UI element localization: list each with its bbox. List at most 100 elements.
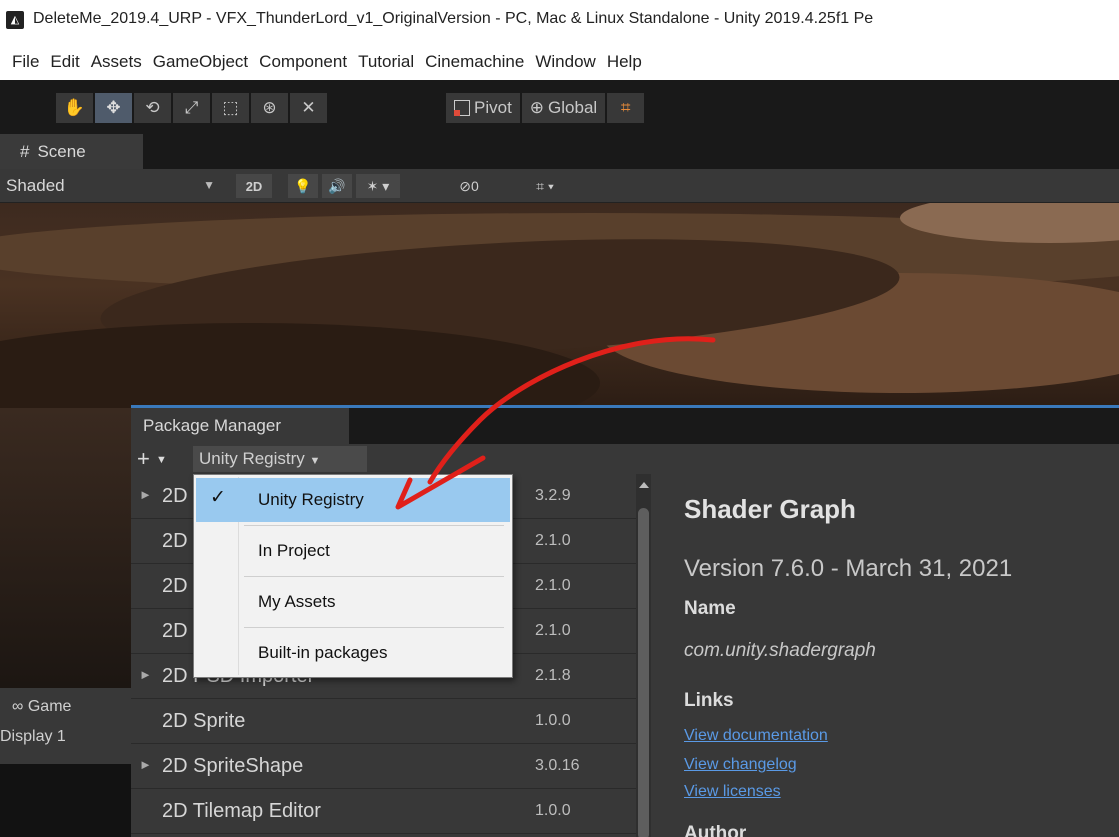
- package-name: 2D: [162, 620, 188, 642]
- package-version: 2.1.0: [535, 577, 571, 594]
- rect-tool-icon[interactable]: ⬚: [212, 93, 249, 123]
- tab-game[interactable]: ∞ Game Display 1: [0, 688, 131, 764]
- view-documentation-link[interactable]: View documentation: [684, 727, 828, 745]
- scale-tool-icon[interactable]: ⤢: [173, 93, 210, 123]
- package-version-info: Version 7.6.0 - March 31, 2021: [684, 555, 1013, 582]
- package-version: 1.0.0: [535, 802, 571, 819]
- tab-package-manager[interactable]: Package Manager: [131, 408, 349, 444]
- terrain-shape: [0, 408, 131, 688]
- menu-help[interactable]: Help: [607, 52, 642, 72]
- move-tool-icon[interactable]: ✥: [95, 93, 132, 123]
- chevron-down-icon: ▼: [203, 178, 215, 192]
- scene-tab-label: Scene: [37, 141, 86, 161]
- list-item[interactable]: 2D Tilemap Editor 1.0.0: [131, 789, 636, 834]
- game-viewport: [0, 764, 131, 837]
- menu-cinemachine[interactable]: Cinemachine: [425, 52, 524, 72]
- menu-item-unity-registry[interactable]: ✓ Unity Registry: [196, 478, 510, 522]
- package-manager-toolbar: + ▼ Unity Registry ▼: [131, 444, 1119, 474]
- package-details: Shader Graph Version 7.6.0 - March 31, 2…: [668, 474, 1119, 837]
- menu-item-my-assets[interactable]: My Assets: [196, 580, 510, 624]
- grid-snap-icon[interactable]: ⌗: [607, 93, 645, 123]
- name-label: Name: [684, 598, 736, 619]
- chevron-down-icon: ▼: [309, 455, 321, 467]
- shading-mode-label: Shaded: [6, 176, 65, 195]
- menu-file[interactable]: File: [12, 52, 39, 72]
- package-version: 2.1.0: [535, 622, 571, 639]
- lighting-icon[interactable]: 💡: [288, 174, 318, 198]
- menu-component[interactable]: Component: [259, 52, 347, 72]
- package-source-label: Unity Registry: [199, 449, 305, 468]
- global-button[interactable]: ⊕ Global: [521, 93, 606, 123]
- menu-tutorial[interactable]: Tutorial: [358, 52, 414, 72]
- menu-separator: [244, 525, 504, 526]
- package-name: 2D: [162, 485, 188, 507]
- grid-icon: ⌗ ▾: [536, 177, 554, 194]
- main-toolbar: ✋ ✥ ⟲ ⤢ ⬚ ⊛ ✕ Pivot ⊕ Global ⌗: [0, 80, 1119, 134]
- hidden-objects-toggle[interactable]: ⊘ 0: [434, 174, 504, 198]
- shading-mode-dropdown[interactable]: Shaded ▼: [0, 169, 225, 203]
- global-label: Global: [548, 98, 598, 117]
- scene-viewport[interactable]: [0, 203, 1119, 408]
- scene-tab-icon: #: [20, 141, 30, 161]
- package-name: 2D: [162, 530, 188, 552]
- hand-tool-icon[interactable]: ✋: [56, 93, 93, 123]
- menu-item-built-in-packages[interactable]: Built-in packages: [196, 631, 510, 675]
- package-list-scrollbar[interactable]: [636, 474, 651, 837]
- list-item[interactable]: 2D Sprite 1.0.0: [131, 699, 636, 744]
- package-name: 2D SpriteShape: [162, 755, 304, 777]
- scroll-up-icon[interactable]: [639, 482, 649, 488]
- gamepad-icon: ∞: [12, 698, 24, 715]
- plus-icon: +: [137, 446, 150, 471]
- menu-assets[interactable]: Assets: [91, 52, 142, 72]
- transform-tool-icon[interactable]: ⊛: [251, 93, 288, 123]
- game-tab: ∞ Game: [12, 698, 71, 716]
- menu-separator: [244, 627, 504, 628]
- menu-item-label: In Project: [258, 541, 330, 560]
- audio-icon[interactable]: 🔊: [322, 174, 352, 198]
- package-version: 3.0.16: [535, 757, 580, 774]
- game-tab-label: Game: [27, 698, 72, 715]
- custom-tool-icon[interactable]: ✕: [290, 93, 327, 123]
- rotate-tool-icon[interactable]: ⟲: [134, 93, 171, 123]
- pivot-icon: [454, 100, 470, 116]
- globe-icon: ⊕: [529, 98, 545, 117]
- grid-toggle[interactable]: ⌗ ▾: [510, 174, 580, 198]
- package-source-menu: ✓ Unity Registry In Project My Assets Bu…: [193, 474, 513, 678]
- menu-gameobject[interactable]: GameObject: [153, 52, 248, 72]
- toggle-2d-button[interactable]: 2D: [236, 174, 272, 198]
- eye-slash-icon: ⊘: [459, 177, 471, 194]
- package-source-dropdown[interactable]: Unity Registry ▼: [193, 446, 367, 472]
- display-dropdown[interactable]: Display 1: [0, 728, 66, 746]
- package-title: Shader Graph: [684, 494, 856, 524]
- list-item[interactable]: ► 2D SpriteShape 3.0.16: [131, 744, 636, 789]
- menu-item-label: Unity Registry: [258, 490, 364, 509]
- effects-icon[interactable]: ✶ ▾: [356, 174, 400, 198]
- transform-tools: ✋ ✥ ⟲ ⤢ ⬚ ⊛ ✕: [56, 93, 327, 123]
- window-titlebar: ◭ DeleteMe_2019.4_URP - VFX_ThunderLord_…: [0, 0, 1119, 44]
- checkmark-icon: ✓: [210, 487, 226, 508]
- view-changelog-link[interactable]: View changelog: [684, 756, 797, 774]
- pivot-label: Pivot: [474, 98, 512, 117]
- scene-tab-row: # Scene: [0, 134, 1119, 169]
- package-id: com.unity.shadergraph: [684, 640, 876, 661]
- package-version: 2.1.8: [535, 667, 571, 684]
- package-version: 2.1.0: [535, 532, 571, 549]
- package-name: 2D Tilemap Editor: [162, 800, 321, 822]
- expand-arrow-icon[interactable]: ►: [139, 667, 152, 682]
- expand-arrow-icon[interactable]: ►: [139, 487, 152, 502]
- menu-window[interactable]: Window: [535, 52, 595, 72]
- menu-edit[interactable]: Edit: [50, 52, 79, 72]
- scrollbar-thumb[interactable]: [638, 508, 649, 837]
- menu-item-label: My Assets: [258, 592, 336, 611]
- pivot-global-group: Pivot ⊕ Global ⌗: [446, 93, 645, 123]
- links-label: Links: [684, 690, 734, 711]
- menu-item-in-project[interactable]: In Project: [196, 529, 510, 573]
- view-licenses-link[interactable]: View licenses: [684, 783, 781, 801]
- unity-icon: ◭: [6, 11, 24, 29]
- pivot-button[interactable]: Pivot: [446, 93, 520, 123]
- chevron-down-icon: ▼: [155, 454, 167, 467]
- tab-scene[interactable]: # Scene: [0, 134, 143, 169]
- add-package-button[interactable]: + ▼: [137, 446, 167, 473]
- package-version: 3.2.9: [535, 487, 571, 504]
- expand-arrow-icon[interactable]: ►: [139, 757, 152, 772]
